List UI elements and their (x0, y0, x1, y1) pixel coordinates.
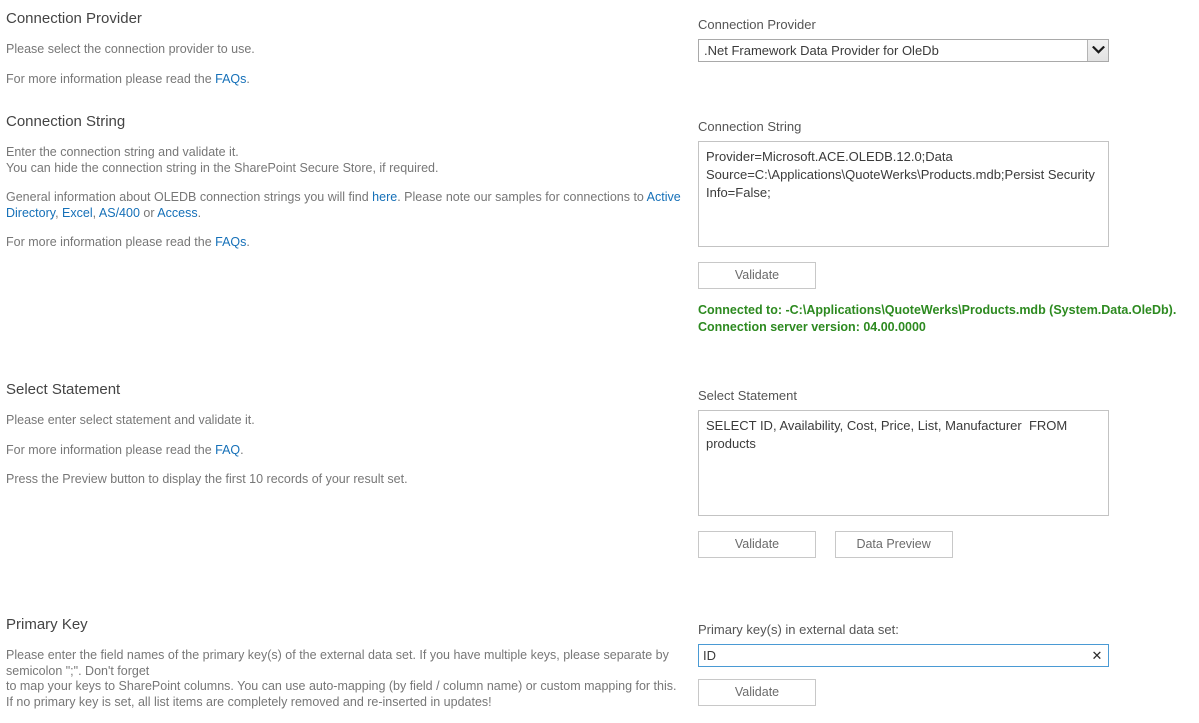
select-statement-faq-line: For more information please read the FAQ… (6, 443, 686, 459)
faq-line-suffix-2: . (246, 235, 250, 249)
faq-line-prefix: For more information please read the (6, 71, 216, 86)
faq-line-suffix-3: . (240, 442, 244, 457)
primary-key-description-block: Primary Key Please enter the field names… (6, 616, 686, 710)
connection-string-samples-line: General information about OLEDB connecti… (6, 190, 686, 221)
connection-string-instruction-line1: Enter the connection string and validate… (6, 145, 239, 159)
connection-string-faq-line: For more information please read the FAQ… (6, 235, 686, 251)
primary-key-input-wrapper[interactable]: ✕ (698, 644, 1109, 667)
faq-link[interactable]: FAQ (215, 443, 240, 457)
as400-link[interactable]: AS/400 (99, 206, 140, 220)
connection-provider-field-label: Connection Provider (698, 17, 816, 32)
connection-provider-instruction: Please select the connection provider to… (6, 42, 255, 56)
connection-string-description-block: Connection String Enter the connection s… (6, 113, 686, 251)
connection-string-control-block: Connection String Validate Connected to:… (698, 119, 1176, 336)
data-preview-button[interactable]: Data Preview (834, 531, 953, 558)
excel-link[interactable]: Excel (62, 206, 93, 220)
primary-key-instruction-line1: Please enter the field names of the prim… (6, 648, 669, 678)
primary-key-instruction-line2: to map your keys to SharePoint columns. … (6, 679, 677, 693)
samples-text-f: . (197, 205, 202, 220)
faq-line-prefix-3: For more information please read the (6, 442, 216, 457)
connection-status-line2: Connection server version: 04.00.0000 (698, 320, 926, 334)
faq-line-suffix: . (246, 71, 250, 86)
select-statement-textarea[interactable] (698, 410, 1109, 516)
connection-string-instruction: Enter the connection string and validate… (6, 145, 686, 176)
samples-text-e: or (139, 205, 158, 220)
samples-text-c: , (55, 205, 63, 220)
connection-string-textarea[interactable] (698, 141, 1109, 247)
connection-string-instruction-line2: You can hide the connection string in th… (6, 160, 439, 175)
faqs-link[interactable]: FAQs (215, 72, 246, 86)
access-link[interactable]: Access (157, 206, 197, 220)
connection-provider-select[interactable]: .Net Framework Data Provider for OleDb (698, 39, 1109, 62)
select-statement-field-label: Select Statement (698, 388, 797, 403)
select-statement-control-block: Select Statement Validate Data Preview (698, 388, 1109, 558)
connection-status-line1: Connected to: -C:\Applications\QuoteWerk… (698, 303, 1177, 317)
select-statement-description-block: Select Statement Please enter select sta… (6, 381, 686, 488)
connection-string-validate-button[interactable]: Validate (698, 262, 816, 289)
connection-provider-description-block: Connection Provider Please select the co… (6, 10, 686, 87)
samples-text-b: . Please note our samples for connection… (397, 190, 647, 204)
primary-key-instruction: Please enter the field names of the prim… (6, 648, 686, 710)
select-statement-validate-button[interactable]: Validate (698, 531, 816, 558)
connection-string-heading: Connection String (6, 113, 126, 130)
primary-key-field-label: Primary key(s) in external data set: (698, 622, 899, 637)
connection-provider-faq-line: For more information please read the FAQ… (6, 72, 686, 88)
connection-provider-selected-value: .Net Framework Data Provider for OleDb (704, 43, 939, 58)
primary-key-control-block: Primary key(s) in external data set: ✕ V… (698, 622, 1109, 706)
external-data-connection-settings-page: Connection Provider Please select the co… (0, 0, 1199, 723)
connection-provider-control-block: Connection Provider .Net Framework Data … (698, 17, 1109, 62)
samples-text-a: General information about OLEDB connecti… (6, 190, 373, 204)
primary-key-validate-button[interactable]: Validate (698, 679, 816, 706)
here-link[interactable]: here (372, 190, 397, 204)
select-statement-heading: Select Statement (6, 381, 121, 398)
connection-provider-heading: Connection Provider (6, 10, 142, 27)
faqs-link-2[interactable]: FAQs (215, 235, 246, 249)
primary-key-input[interactable] (703, 645, 1073, 666)
connection-status-message: Connected to: -C:\Applications\QuoteWerk… (698, 302, 1176, 336)
connection-string-field-label: Connection String (698, 119, 802, 134)
faq-line-prefix-2: For more information please read the (6, 235, 216, 249)
primary-key-instruction-line3: If no primary key is set, all list items… (6, 694, 492, 709)
chevron-down-icon[interactable] (1087, 40, 1108, 61)
select-statement-preview-hint: Press the Preview button to display the … (6, 472, 408, 486)
select-statement-instruction: Please enter select statement and valida… (6, 413, 255, 427)
primary-key-heading: Primary Key (6, 616, 88, 633)
close-icon[interactable]: ✕ (1090, 645, 1104, 666)
